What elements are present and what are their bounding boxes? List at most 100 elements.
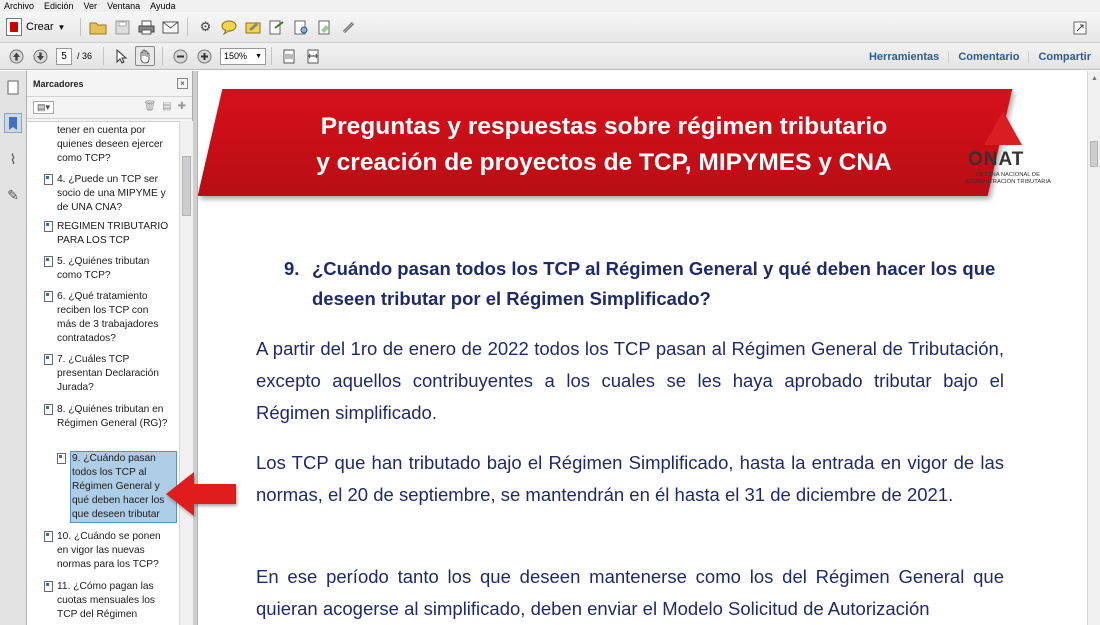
- create-pdf-icon: [6, 18, 22, 36]
- bookmark-page-icon: [44, 256, 53, 267]
- bookmark-item[interactable]: 5. ¿Quiénes tributan como TCP?: [44, 255, 169, 283]
- toolbar-separator: [187, 18, 189, 36]
- zoom-in-icon[interactable]: [194, 46, 214, 66]
- link-icon[interactable]: [339, 17, 359, 37]
- scroll-up-icon[interactable]: ▲: [1091, 75, 1098, 82]
- paragraph-3: En ese período tanto los que deseen mant…: [256, 566, 1004, 619]
- expand-bookmark-icon[interactable]: ✚: [178, 101, 186, 112]
- bookmark-page-icon: [44, 531, 53, 542]
- bookmark-text: 6. ¿Qué tratamiento reciben los TCP con …: [57, 291, 159, 344]
- toolbar-separator: [271, 47, 273, 65]
- settings-gear-icon[interactable]: ⚙: [195, 17, 215, 37]
- new-bookmark-icon[interactable]: ▤: [162, 101, 171, 112]
- zoom-value: 150%: [224, 51, 248, 61]
- bookmark-item[interactable]: 6. ¿Qué tratamiento reciben los TCP con …: [44, 290, 169, 346]
- main-toolbar: Crear ▼ ⚙: [0, 12, 1100, 43]
- next-page-icon[interactable]: [30, 46, 50, 66]
- compartir-link[interactable]: Compartir: [1028, 50, 1100, 63]
- menu-edicion[interactable]: Edición: [44, 1, 74, 12]
- bookmarks-panel: Marcadores × ▤▾ 🗑 ▤ ✚ tener en cuenta po…: [27, 71, 193, 625]
- paragraph-1: A partir del 1ro de enero de 2022 todos …: [256, 338, 1004, 423]
- bookmark-text: REGIMEN TRIBUTARIO PARA LOS TCP: [57, 221, 169, 246]
- herramientas-link[interactable]: Herramientas: [860, 51, 948, 63]
- bookmark-text: 10. ¿Cuándo se ponen en vigor las nuevas…: [57, 531, 161, 570]
- page-thumbnails-icon[interactable]: [4, 77, 22, 97]
- select-cursor-icon[interactable]: [111, 46, 131, 66]
- document-scrollbar[interactable]: ▲: [1087, 71, 1100, 625]
- signatures-icon[interactable]: ✎: [4, 185, 22, 205]
- menu-ventana[interactable]: Ventana: [107, 1, 140, 12]
- fit-page-icon[interactable]: [279, 46, 299, 66]
- zoom-out-icon[interactable]: [170, 46, 190, 66]
- bookmarks-scrollbar[interactable]: [179, 121, 193, 625]
- close-panel-icon[interactable]: ×: [177, 78, 188, 89]
- save-icon[interactable]: [112, 17, 132, 37]
- zoom-select[interactable]: 150% ▼: [220, 47, 267, 65]
- banner-title: Preguntas y respuestas sobre régimen tri…: [254, 109, 954, 181]
- attach-file-icon[interactable]: [291, 17, 311, 37]
- chevron-down-icon: ▼: [57, 22, 66, 32]
- crear-label: Crear: [26, 21, 54, 33]
- bookmark-text: tener en cuenta por quienes deseen ejerc…: [57, 125, 163, 164]
- menu-bar: Archivo Edición Ver Ventana Ayuda: [0, 0, 1100, 12]
- comment-bubble-icon[interactable]: [219, 17, 239, 37]
- logo-subtitle: OFICINA NACIONAL DE ADMINISTRACIÓN TRIBU…: [965, 172, 1051, 185]
- paperclip-attachments-icon[interactable]: ⌇: [4, 149, 22, 169]
- menu-ayuda[interactable]: Ayuda: [150, 1, 175, 12]
- stamp-icon[interactable]: [267, 17, 287, 37]
- delete-bookmark-icon[interactable]: 🗑: [143, 101, 156, 112]
- bookmark-options-button[interactable]: ▤▾: [33, 101, 55, 114]
- menu-ver[interactable]: Ver: [84, 1, 98, 12]
- navigation-toolbar: 5 / 36 150% ▼ Herramientas Comentario Co…: [0, 43, 1100, 70]
- bookmark-page-icon: [44, 404, 53, 415]
- bookmark-page-icon: [57, 453, 66, 464]
- bookmark-text: 9. ¿Cuándo pasan todos los TCP al Régime…: [72, 453, 165, 520]
- bookmarks-toolbar: ▤▾ 🗑 ▤ ✚: [27, 97, 192, 119]
- document-view: Preguntas y respuestas sobre régimen tri…: [198, 71, 1087, 625]
- logo-wordmark: ONAT: [968, 149, 1025, 170]
- paragraph-2: Los TCP que han tributado bajo el Régime…: [256, 452, 1004, 505]
- document-scrollbar-thumb[interactable]: [1090, 141, 1098, 167]
- bookmark-item[interactable]: 10. ¿Cuándo se ponen en vigor las nuevas…: [44, 530, 169, 572]
- bookmarks-header: Marcadores ×: [27, 71, 192, 97]
- bookmark-item[interactable]: 8. ¿Quiénes tributan en Régimen General …: [44, 403, 169, 431]
- page-number-input[interactable]: 5: [56, 47, 72, 65]
- bookmark-page-icon: [44, 581, 53, 592]
- sign-icon[interactable]: [315, 17, 335, 37]
- bookmark-item[interactable]: 11. ¿Cómo pagan las cuotas mensuales los…: [44, 580, 169, 622]
- highlight-icon[interactable]: [243, 17, 263, 37]
- previous-page-icon[interactable]: [6, 46, 26, 66]
- banner-line-1: Preguntas y respuestas sobre régimen tri…: [320, 113, 888, 140]
- bookmark-page-icon: [44, 354, 53, 365]
- fit-width-icon[interactable]: [303, 46, 323, 66]
- banner-line-2: y creación de proyectos de TCP, MIPYMES …: [316, 149, 892, 176]
- bookmark-text: 11. ¿Cómo pagan las cuotas mensuales los…: [57, 581, 155, 620]
- page-total: / 36: [77, 51, 93, 61]
- expand-icon[interactable]: [1070, 18, 1090, 38]
- bookmark-item[interactable]: REGIMEN TRIBUTARIO PARA LOS TCP: [44, 220, 169, 248]
- hand-tool-icon[interactable]: [135, 46, 156, 66]
- bookmark-text: 5. ¿Quiénes tributan como TCP?: [57, 256, 150, 281]
- bookmark-text: 7. ¿Cuáles TCP presentan Declaración Jur…: [57, 354, 159, 393]
- bookmark-actions: 🗑 ▤ ✚: [143, 101, 186, 112]
- bookmark-item[interactable]: 7. ¿Cuáles TCP presentan Declaración Jur…: [44, 353, 169, 395]
- crear-button[interactable]: Crear ▼: [6, 18, 65, 36]
- email-icon[interactable]: [160, 17, 180, 37]
- comentario-link[interactable]: Comentario: [948, 50, 1028, 63]
- scrollbar-thumb[interactable]: [182, 156, 191, 216]
- red-arrow-icon: [166, 472, 236, 516]
- question-text: ¿Cuándo pasan todos los TCP al Régimen G…: [312, 258, 996, 309]
- navigation-pane-strip: ⌇ ✎: [0, 71, 27, 625]
- chevron-down-icon: ▼: [255, 52, 263, 60]
- bookmark-text: 4. ¿Puede un TCP ser socio de una MIPYME…: [57, 174, 166, 213]
- bookmark-page-icon: [44, 174, 53, 185]
- bookmark-item[interactable]: 4. ¿Puede un TCP ser socio de una MIPYME…: [44, 173, 169, 215]
- menu-archivo[interactable]: Archivo: [4, 1, 34, 12]
- open-folder-icon[interactable]: [88, 17, 108, 37]
- bookmarks-icon[interactable]: [4, 113, 22, 133]
- bookmarks-title: Marcadores: [33, 78, 84, 89]
- print-icon[interactable]: [136, 17, 156, 37]
- bookmark-item[interactable]: tener en cuenta por quienes deseen ejerc…: [57, 124, 169, 166]
- bookmark-item-selected[interactable]: 9. ¿Cuándo pasan todos los TCP al Régime…: [57, 451, 177, 523]
- onat-logo: ONAT OFICINA NACIONAL DE ADMINISTRACIÓN …: [960, 111, 1056, 193]
